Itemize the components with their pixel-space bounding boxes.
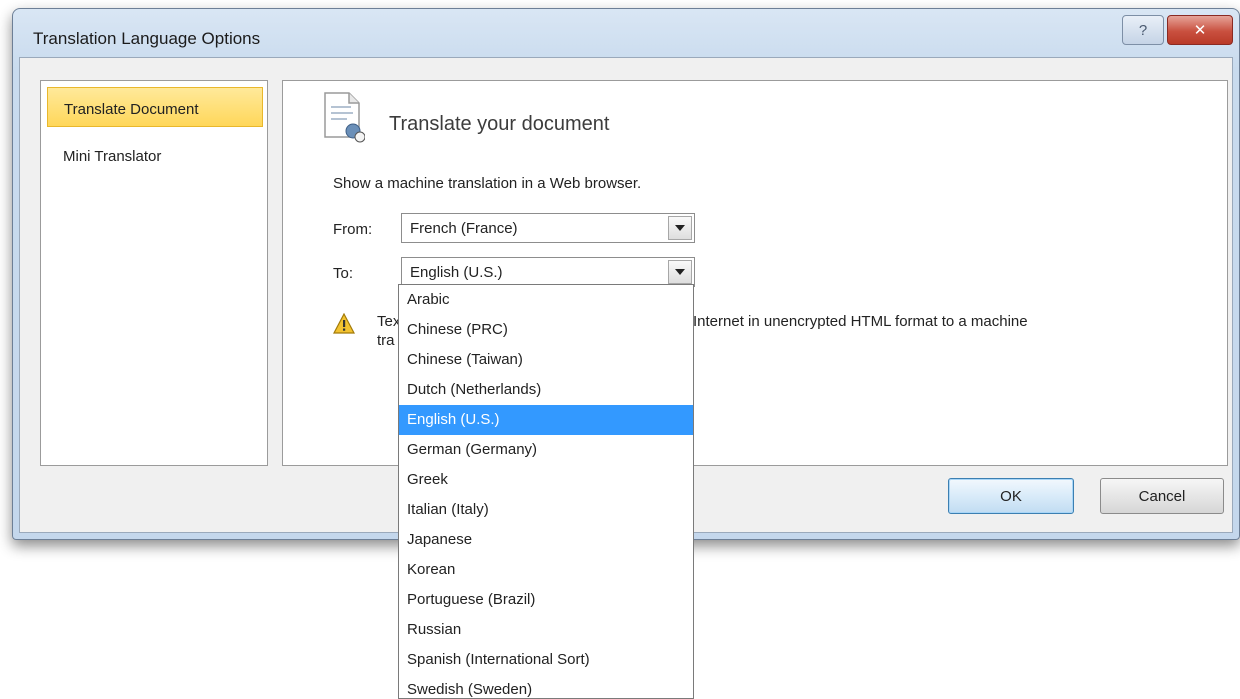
translate-document-icon: [324, 92, 365, 143]
dropdown-option[interactable]: Chinese (PRC): [399, 315, 693, 345]
dropdown-option[interactable]: Japanese: [399, 525, 693, 555]
nav-pane: Translate Document Mini Translator: [40, 80, 268, 466]
nav-item-label: Mini Translator: [63, 148, 162, 165]
description-text: Show a machine translation in a Web brow…: [333, 175, 642, 192]
ok-button[interactable]: OK: [948, 478, 1074, 514]
dropdown-option[interactable]: Chinese (Taiwan): [399, 345, 693, 375]
language-dropdown-list: Arabic Chinese (PRC) Chinese (Taiwan) Du…: [398, 284, 694, 699]
dropdown-option[interactable]: German (Germany): [399, 435, 693, 465]
close-icon: ✕: [1193, 22, 1207, 39]
nav-item-label: Translate Document: [64, 101, 199, 118]
dropdown-option[interactable]: Korean: [399, 555, 693, 585]
window-title: Translation Language Options: [33, 29, 261, 48]
warning-text-right: Internet in unencrypted HTML format to a…: [693, 313, 1028, 330]
section-heading: Translate your document: [389, 113, 610, 135]
chevron-down-icon[interactable]: [668, 260, 692, 284]
dropdown-option[interactable]: Italian (Italy): [399, 495, 693, 525]
help-icon: ?: [1138, 21, 1148, 39]
caption-buttons: ? ✕: [1122, 15, 1233, 45]
warning-icon: [333, 313, 355, 334]
chevron-down-icon[interactable]: [668, 216, 692, 240]
to-label: To:: [333, 265, 354, 282]
dropdown-option[interactable]: Russian: [399, 615, 693, 645]
nav-item-mini-translator[interactable]: Mini Translator: [47, 135, 263, 175]
close-button[interactable]: ✕: [1167, 15, 1233, 45]
dropdown-option[interactable]: Arabic: [399, 285, 693, 315]
dropdown-option[interactable]: Portuguese (Brazil): [399, 585, 693, 615]
from-label: From:: [333, 221, 373, 238]
from-language-value: French (France): [410, 220, 518, 237]
nav-item-translate-document[interactable]: Translate Document: [47, 87, 263, 127]
to-language-value: English (U.S.): [410, 264, 503, 281]
to-language-select[interactable]: English (U.S.): [401, 257, 695, 287]
dropdown-option[interactable]: Greek: [399, 465, 693, 495]
warning-text-line2: tra: [377, 332, 395, 349]
dropdown-option[interactable]: Dutch (Netherlands): [399, 375, 693, 405]
dropdown-option-selected[interactable]: English (U.S.): [399, 405, 693, 435]
cancel-button[interactable]: Cancel: [1100, 478, 1224, 514]
from-language-select[interactable]: French (France): [401, 213, 695, 243]
dropdown-option[interactable]: Swedish (Sweden): [399, 675, 693, 698]
dropdown-option[interactable]: Spanish (International Sort): [399, 645, 693, 675]
warning-text-left: Tex: [377, 313, 401, 330]
help-button[interactable]: ?: [1122, 15, 1164, 45]
